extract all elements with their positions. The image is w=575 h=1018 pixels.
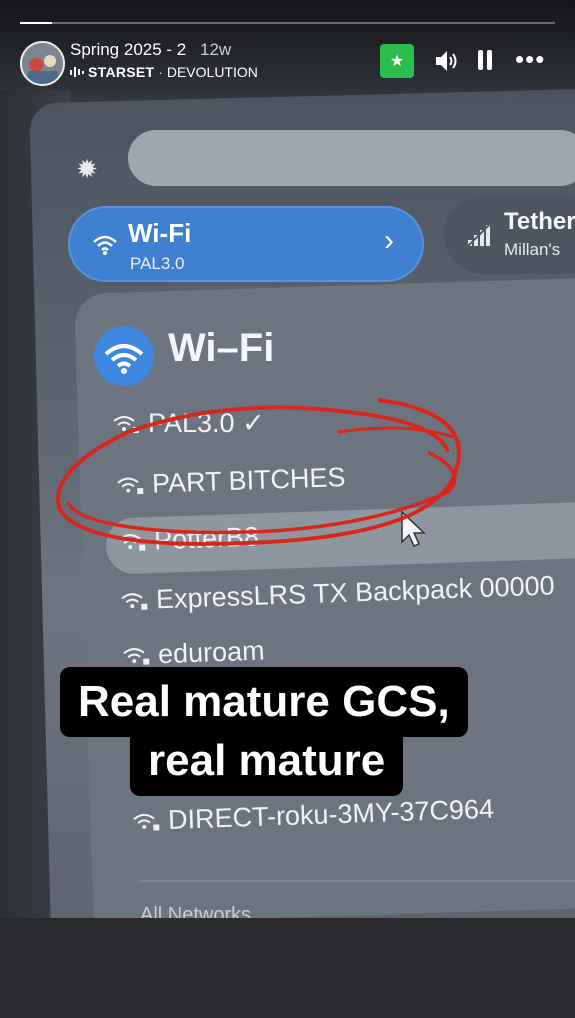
tether-tile-title: Tether	[504, 208, 575, 235]
star-icon: ★	[389, 53, 405, 70]
pause-icon-bar	[487, 50, 492, 70]
story-progress-fill	[20, 22, 53, 24]
story-age: 12w	[200, 40, 232, 59]
wifi-tile-title: Wi-Fi	[128, 218, 192, 248]
speaker-icon[interactable]	[434, 48, 458, 74]
signal-bars-icon	[467, 223, 491, 247]
favorite-button[interactable]: ★	[380, 44, 414, 78]
brightness-slider	[128, 130, 575, 186]
pause-button[interactable]	[476, 50, 494, 72]
tether-tile-subtitle: Millan's	[504, 240, 561, 259]
story-footer	[0, 918, 575, 1018]
pause-icon	[478, 50, 483, 70]
music-separator: ·	[154, 64, 167, 80]
wifi-panel-icon	[94, 326, 154, 386]
wifi-panel-title: Wi–Fi	[168, 326, 275, 370]
story-title[interactable]: Spring 2025 - 2	[70, 40, 186, 60]
tether-quick-tile: Tether Millan's	[444, 196, 575, 274]
more-options-button[interactable]: •••	[515, 46, 545, 72]
network-name: eduroam	[157, 635, 266, 670]
music-bars-icon	[70, 67, 84, 77]
wifi-quick-tile: Wi-Fi PAL3.0 ›	[68, 206, 424, 282]
wifi-lock-icon	[121, 593, 148, 610]
music-track: DEVOLUTION	[166, 64, 258, 80]
wifi-lock-icon	[133, 813, 160, 831]
story-progress-bar	[20, 22, 555, 24]
music-artist: STARSET	[88, 64, 155, 80]
chevron-right-icon: ›	[384, 224, 394, 257]
caption-line-2: real mature	[130, 728, 404, 796]
avatar[interactable]	[20, 41, 65, 86]
wifi-tile-network: PAL3.0	[130, 254, 185, 273]
panel-divider	[140, 880, 575, 882]
wifi-icon	[93, 235, 117, 255]
brightness-sun-icon: ✹	[76, 154, 98, 184]
caption-line-1: Real mature GCS,	[60, 667, 468, 737]
music-attribution[interactable]: STARSET · DEVOLUTION	[70, 64, 258, 80]
red-scribble-annotation	[56, 398, 461, 546]
wifi-lock-icon	[123, 648, 150, 665]
story-viewer: ✹ Wi-Fi PAL3.0 › Tether Millan's Wi–Fi P…	[0, 0, 575, 1018]
